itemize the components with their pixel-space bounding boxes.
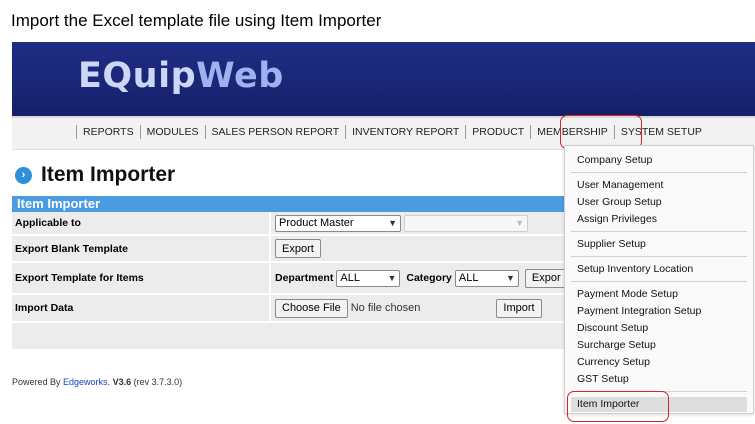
logo-text-web: Web — [196, 56, 284, 96]
category-label: Category — [406, 272, 452, 284]
applicable-row: Applicable to Product Master ▼ ▼ — [12, 212, 568, 236]
footer-revision: (rev 3.7.3.0) — [131, 377, 183, 387]
nav-item-inventory-report[interactable]: INVENTORY REPORT — [345, 125, 465, 139]
export-blank-label: Export Blank Template — [12, 236, 271, 261]
logo-text-eq: EQuip — [78, 56, 197, 96]
nav-item-modules[interactable]: MODULES — [139, 125, 205, 139]
import-data-row: Import Data Choose File No file chosen I… — [12, 295, 568, 323]
page-title: Item Importer — [41, 163, 176, 186]
menu-separator — [571, 231, 747, 232]
import-button[interactable]: Import — [496, 298, 542, 318]
menu-item-setup-inventory-location[interactable]: Setup Inventory Location — [577, 263, 693, 275]
nav-item-sales-person-report[interactable]: SALES PERSON REPORT — [204, 125, 346, 139]
menu-item-gst-setup[interactable]: GST Setup — [577, 373, 629, 385]
applicable-select[interactable]: Product Master ▼ — [275, 214, 401, 232]
chevron-right-circle-icon: › — [15, 166, 32, 184]
export-blank-button[interactable]: Export — [275, 239, 321, 258]
system-setup-dropdown: Company Setup User Management User Group… — [564, 145, 754, 414]
export-items-label: Export Template for Items — [12, 263, 271, 293]
menu-item-company-setup[interactable]: Company Setup — [577, 154, 652, 166]
category-select-value: ALL — [458, 272, 479, 284]
app-logo[interactable]: EQuipWeb — [78, 56, 284, 96]
item-importer-highlight — [567, 391, 669, 422]
department-label: Department — [275, 272, 334, 284]
nav-item-product[interactable]: PRODUCT — [465, 125, 530, 139]
chevron-down-icon: ▼ — [388, 218, 397, 228]
menu-item-assign-privileges[interactable]: Assign Privileges — [577, 213, 657, 225]
menu-separator — [571, 281, 747, 282]
item-importer-panel: Item Importer Applicable to Product Mast… — [12, 196, 568, 349]
panel-title: Item Importer — [12, 196, 568, 212]
instruction-caption: Import the Excel template file using Ite… — [11, 11, 382, 30]
menu-item-discount-setup[interactable]: Discount Setup — [577, 322, 648, 334]
file-status-text: No file chosen — [350, 302, 421, 314]
secondary-select-disabled: ▼ — [404, 214, 528, 232]
menu-item-payment-mode-setup[interactable]: Payment Mode Setup — [577, 288, 678, 300]
chevron-down-icon: ▼ — [515, 218, 524, 228]
applicable-select-value: Product Master — [279, 217, 354, 229]
menu-item-surcharge-setup[interactable]: Surcharge Setup — [577, 339, 656, 351]
menu-separator — [571, 172, 747, 173]
footer-version: V3.6 — [112, 377, 132, 387]
choose-file-button[interactable]: Choose File — [275, 298, 348, 318]
export-items-button[interactable]: Expor — [524, 268, 568, 288]
applicable-label: Applicable to — [12, 212, 271, 234]
import-data-label: Import Data — [12, 295, 271, 321]
category-select[interactable]: ALL ▼ — [454, 269, 519, 287]
nav-item-reports[interactable]: REPORTS — [76, 125, 140, 139]
menu-item-user-group-setup[interactable]: User Group Setup — [577, 196, 662, 208]
system-setup-highlight — [560, 115, 642, 149]
department-select-value: ALL — [340, 272, 360, 284]
menu-item-user-management[interactable]: User Management — [577, 179, 663, 191]
edgeworks-link[interactable]: Edgeworks — [63, 377, 108, 387]
app-banner: EQuipWeb — [12, 42, 755, 116]
chevron-down-icon: ▼ — [505, 273, 515, 283]
chevron-down-icon: ▼ — [387, 273, 397, 283]
department-select[interactable]: ALL ▼ — [336, 269, 401, 287]
page-title-row: › Item Importer — [15, 163, 175, 187]
footer-prefix: Powered By — [12, 377, 64, 387]
menu-item-payment-integration-setup[interactable]: Payment Integration Setup — [577, 305, 701, 317]
panel-footer-bar — [12, 323, 568, 349]
menu-separator — [571, 256, 747, 257]
menu-item-supplier-setup[interactable]: Supplier Setup — [577, 238, 646, 250]
export-blank-row: Export Blank Template Export — [12, 236, 568, 263]
export-items-row: Export Template for Items Department ALL… — [12, 263, 568, 295]
menu-item-currency-setup[interactable]: Currency Setup — [577, 356, 650, 368]
page-footer: Powered By Edgeworks. V3.6 (rev 3.7.3.0) — [12, 377, 182, 387]
